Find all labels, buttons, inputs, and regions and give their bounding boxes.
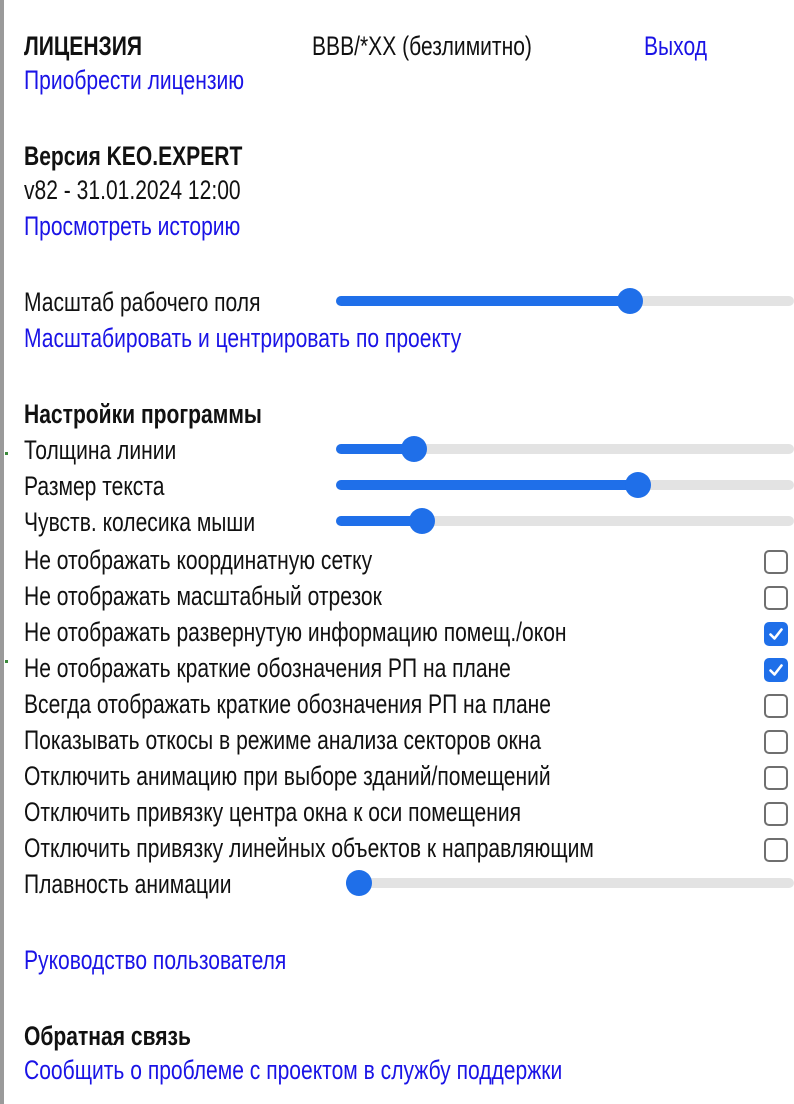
license-heading: ЛИЦЕНЗИЯ [24, 31, 143, 61]
slider-thumb[interactable] [616, 288, 643, 314]
text-size-label: Размер текста [24, 471, 165, 501]
report-problem-link[interactable]: Сообщить о проблеме с проектом в службу … [24, 1052, 562, 1088]
checkbox-hide-room-info[interactable] [764, 622, 788, 646]
checkbox-disable-guide-snap[interactable] [764, 838, 788, 862]
checkbox-show-reveals[interactable] [764, 730, 788, 754]
version-value: v82 - 31.01.2024 12:00 [24, 175, 241, 205]
slider-track [346, 878, 794, 888]
license-value: BBB/*XX (безлимитно) [312, 31, 532, 61]
checkbox-disable-window-snap[interactable] [764, 802, 788, 826]
option-label-show-reveals: Показывать откосы в режиме анализа секто… [24, 725, 542, 755]
option-label-hide-scale-bar: Не отображать масштабный отрезок [24, 581, 382, 611]
slider-thumb[interactable] [625, 472, 652, 498]
option-label-hide-room-info: Не отображать развернутую информацию пом… [24, 617, 567, 647]
line-thickness-slider[interactable] [336, 434, 794, 464]
mouse-wheel-slider[interactable] [336, 506, 794, 536]
line-thickness-label: Толщина линии [24, 435, 177, 465]
slider-fill [336, 480, 639, 490]
mouse-wheel-label: Чувств. колесика мыши [24, 507, 256, 537]
slider-thumb[interactable] [400, 436, 427, 462]
checkbox-hide-grid[interactable] [764, 550, 788, 574]
settings-heading: Настройки программы [24, 399, 262, 429]
feedback-heading: Обратная связь [24, 1021, 191, 1051]
checkbox-always-short-labels[interactable] [764, 694, 788, 718]
edge-marker [5, 660, 8, 663]
animation-smoothness-label: Плавность анимации [24, 869, 232, 899]
slider-fill [336, 296, 630, 306]
option-label-disable-window-snap: Отключить привязку центра окна к оси пом… [24, 797, 522, 827]
workspace-scale-slider[interactable] [336, 286, 794, 316]
option-label-hide-grid: Не отображать координатную сетку [24, 545, 373, 575]
checkbox-disable-animation[interactable] [764, 766, 788, 790]
text-size-slider[interactable] [336, 470, 794, 500]
slider-thumb[interactable] [346, 870, 372, 896]
logout-link[interactable]: Выход [644, 28, 707, 64]
edge-marker [5, 452, 8, 455]
workspace-scale-label: Масштаб рабочего поля [24, 287, 261, 317]
option-label-always-short-labels: Всегда отображать краткие обозначения РП… [24, 689, 552, 719]
checkbox-hide-scale-bar[interactable] [764, 586, 788, 610]
checkbox-hide-short-labels[interactable] [764, 658, 788, 682]
option-label-hide-short-labels: Не отображать краткие обозначения РП на … [24, 653, 511, 683]
view-history-link[interactable]: Просмотреть историю [24, 208, 240, 244]
slider-thumb[interactable] [409, 508, 436, 534]
version-heading: Версия KEO.EXPERT [24, 141, 243, 171]
buy-license-link[interactable]: Приобрести лицензию [24, 62, 244, 98]
settings-panel: ЛИЦЕНЗИЯ BBB/*XX (безлимитно) Выход Прио… [24, 0, 794, 1104]
option-label-disable-guide-snap: Отключить привязку линейных объектов к н… [24, 833, 594, 863]
checkmark-icon [769, 664, 783, 676]
fit-to-project-link[interactable]: Масштабировать и центрировать по проекту [24, 320, 461, 356]
window-left-border [0, 0, 4, 1104]
user-manual-link[interactable]: Руководство пользователя [24, 942, 286, 978]
checkmark-icon [769, 628, 783, 640]
animation-smoothness-slider[interactable] [346, 868, 794, 898]
option-label-disable-animation: Отключить анимацию при выборе зданий/пом… [24, 761, 551, 791]
